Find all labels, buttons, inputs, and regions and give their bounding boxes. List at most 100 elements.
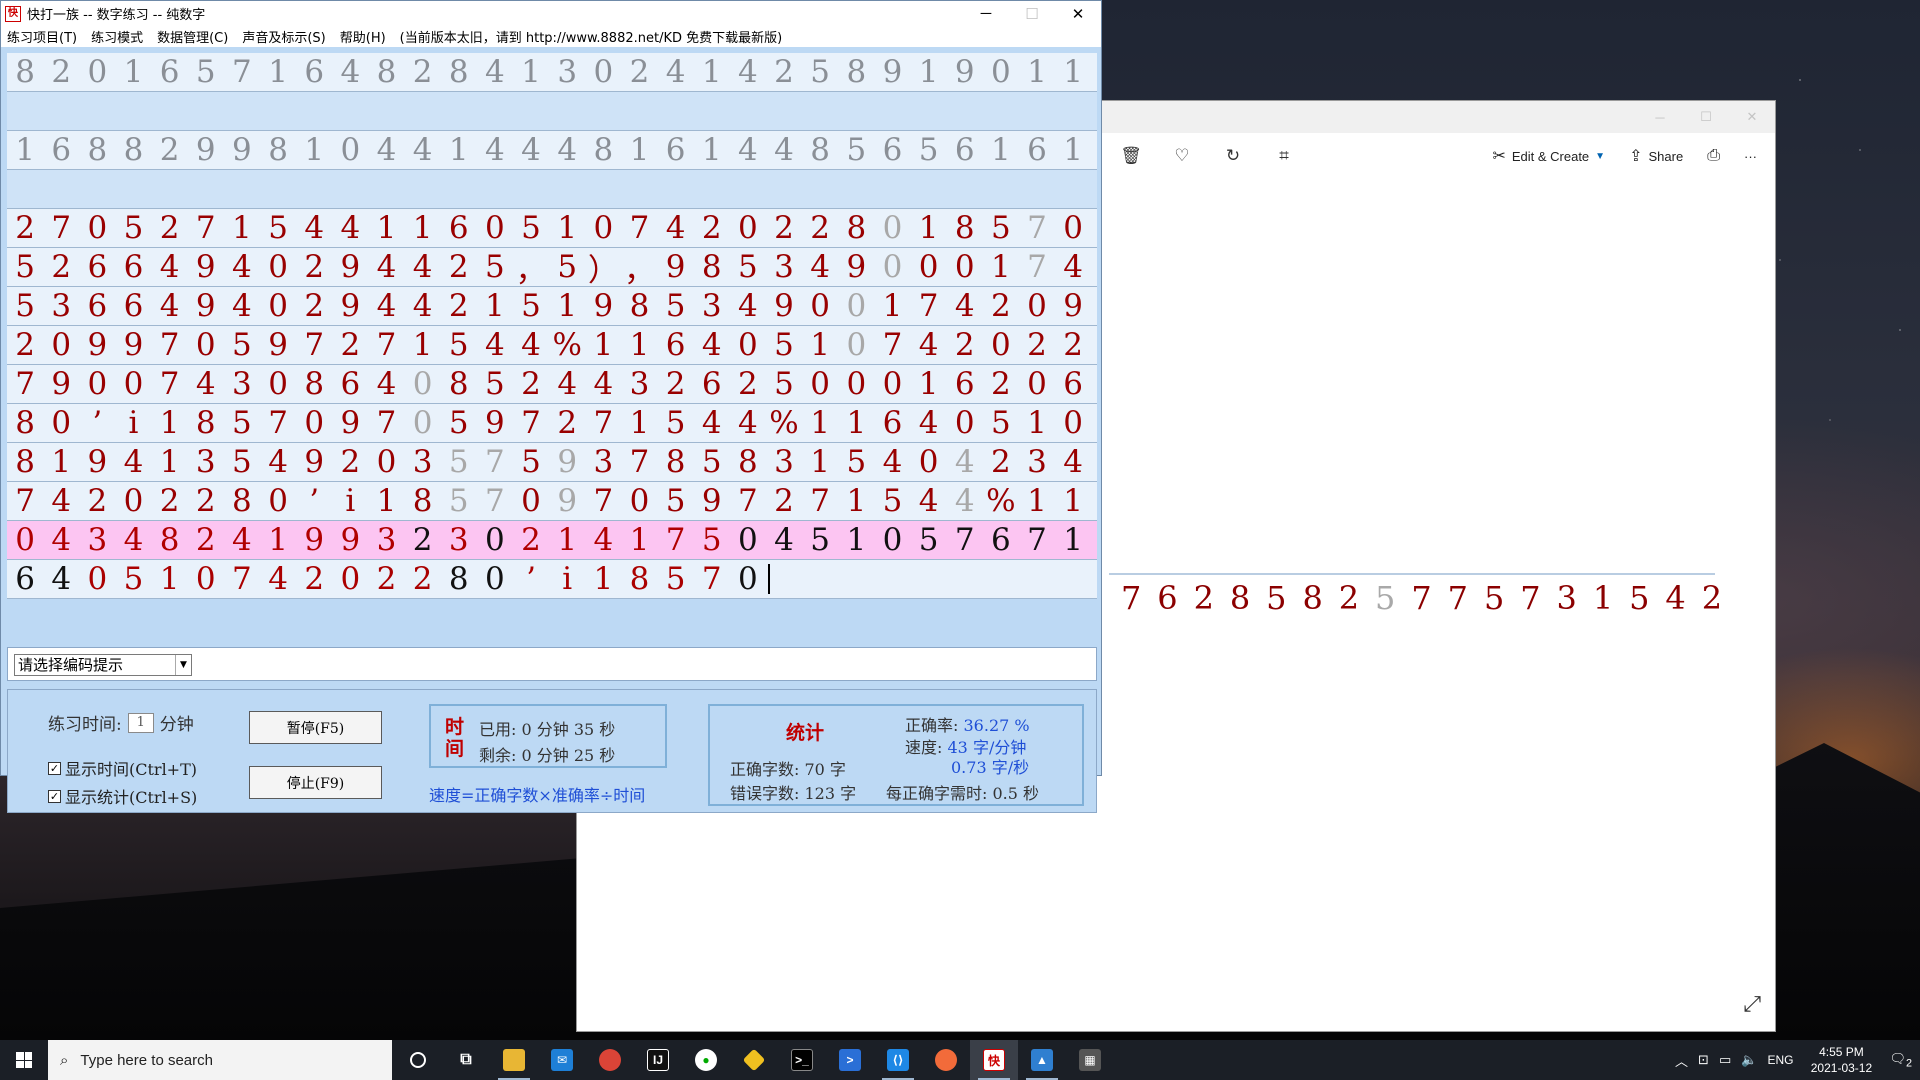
minimize-button[interactable]: ─ <box>1637 101 1683 133</box>
text-rows[interactable]: 8201657164828413024142589190111688299810… <box>7 53 1097 599</box>
show-stats-option[interactable]: ✓ 显示统计(Ctrl+S) <box>48 784 197 808</box>
char-cell: 8 <box>448 561 469 597</box>
show-time-checkbox[interactable]: ✓ <box>48 761 61 775</box>
delete-icon[interactable]: 🗑 <box>1119 144 1143 168</box>
char-cell: 4 <box>485 54 505 90</box>
close-button[interactable]: ✕ <box>1055 1 1101 26</box>
calculator-icon[interactable]: ▦ <box>1066 1040 1114 1080</box>
menu-sound[interactable]: 声音及标示(S) <box>242 27 325 46</box>
char-cell: ’ <box>526 561 536 597</box>
postman-icon[interactable] <box>922 1040 970 1080</box>
char-cell: 8 <box>448 366 469 402</box>
edit-create-button[interactable]: ✂ Edit & Create ▼ <box>1492 146 1605 166</box>
char-cell: 7 <box>701 561 722 597</box>
char-cell: 0 <box>954 249 975 285</box>
vscode-icon[interactable]: ⟨⟩ <box>874 1040 922 1080</box>
char-cell: 1 <box>846 483 867 519</box>
cortana-icon[interactable] <box>394 1040 442 1080</box>
menu-data-management[interactable]: 数据管理(C) <box>157 27 228 46</box>
char-cell: 2 <box>774 483 794 519</box>
photos-app-icon[interactable]: ▲ <box>1018 1040 1066 1080</box>
char-cell: 0 <box>304 405 325 441</box>
taskbar-search[interactable]: ⌕ Type here to search <box>48 1040 392 1080</box>
network-sharing-icon[interactable]: ⊡ <box>1698 1052 1709 1068</box>
file-explorer-icon[interactable] <box>490 1040 538 1080</box>
encoding-hint-select[interactable]: 请选择编码提示 ▼ <box>14 654 192 676</box>
char-cell: 4 <box>738 54 758 90</box>
char-cell: 8 <box>810 132 831 168</box>
edit-icon: ✂ <box>1492 148 1506 165</box>
menu-practice-items[interactable]: 练习项目(T) <box>7 27 77 46</box>
more-button[interactable]: ··· <box>1744 149 1757 164</box>
char-cell: 4 <box>123 444 144 480</box>
menu-practice-mode[interactable]: 练习模式 <box>91 27 143 46</box>
char-cell: 6 <box>1027 132 1047 168</box>
char-cell: 7 <box>1027 249 1047 285</box>
menu-help[interactable]: 帮助(H) <box>340 27 386 46</box>
char-cell: 9 <box>87 444 108 480</box>
notification-icon[interactable]: 🗨2 <box>1889 1051 1912 1070</box>
char-cell: 4 <box>232 522 252 558</box>
share-button[interactable]: ⇪ Share <box>1629 146 1683 166</box>
input-row-empty[interactable] <box>7 170 1097 209</box>
char-cell: 5 <box>521 210 541 246</box>
char-cell: 7 <box>629 444 650 480</box>
char-cell: 9 <box>954 54 975 90</box>
char-cell: 5 <box>15 288 35 324</box>
char-cell: 5 <box>665 561 686 597</box>
wifi-icon[interactable]: ▭ <box>1719 1052 1731 1068</box>
show-time-option[interactable]: ✓ 显示时间(Ctrl+T) <box>48 756 197 780</box>
task-view-icon[interactable]: ⧉ <box>442 1040 490 1080</box>
git-icon[interactable] <box>730 1040 778 1080</box>
terminal-icon[interactable]: >_ <box>778 1040 826 1080</box>
char-cell: 4 <box>412 132 433 168</box>
window-title: 快打一族 -- 数字练习 -- 纯数字 <box>27 8 206 23</box>
stop-button[interactable]: 停止(F9) <box>249 766 382 799</box>
green-app-icon[interactable]: ● <box>682 1040 730 1080</box>
char-cell: 0 <box>882 249 903 285</box>
char-cell: 7 <box>232 561 252 597</box>
chrome-icon[interactable] <box>586 1040 634 1080</box>
powershell-icon[interactable]: > <box>826 1040 874 1080</box>
char-cell: 4 <box>918 483 939 519</box>
minimize-button[interactable]: ─ <box>963 1 1009 26</box>
char-cell: 3 <box>701 288 722 324</box>
maximize-button[interactable]: ☐ <box>1683 101 1729 133</box>
char-cell: 0 <box>593 54 614 90</box>
crop-icon[interactable]: ⌗ <box>1272 144 1296 168</box>
app-icon: 快 <box>5 5 21 22</box>
typing-titlebar[interactable]: 快 快打一族 -- 数字练习 -- 纯数字 ─ ☐ ✕ <box>1 1 1101 26</box>
time-label: 时间 <box>445 716 465 760</box>
expand-icon[interactable]: ⤢ <box>1743 991 1761 1017</box>
rotate-icon[interactable]: ↻ <box>1221 144 1245 168</box>
dropdown-arrow-icon[interactable]: ▼ <box>175 655 191 675</box>
chevron-up-icon[interactable]: ︿ <box>1675 1051 1688 1070</box>
char-cell: i <box>345 483 356 519</box>
intellij-icon[interactable]: IJ <box>634 1040 682 1080</box>
pause-button[interactable]: 暂停(F5) <box>249 711 382 744</box>
close-button[interactable]: ✕ <box>1729 101 1775 133</box>
clock[interactable]: 4:55 PM 2021-03-12 <box>1803 1044 1879 1076</box>
char-cell: 1 <box>593 561 614 597</box>
char-cell: 1 <box>918 54 939 90</box>
start-button[interactable] <box>0 1040 48 1080</box>
heart-icon[interactable]: ♡ <box>1170 144 1194 168</box>
menu-update-notice[interactable]: (当前版本太旧，请到 http://www.8882.net/KD 免费下载最新… <box>400 27 783 46</box>
input-row-empty[interactable] <box>7 92 1097 131</box>
char-cell: 5 <box>15 249 35 285</box>
print-button[interactable]: ⎙ <box>1707 147 1720 165</box>
char-cell: 7 <box>629 210 650 246</box>
char-cell: 7 <box>665 522 686 558</box>
show-stats-checkbox[interactable]: ✓ <box>48 789 61 803</box>
char-cell: 2 <box>738 366 758 402</box>
typing-app-icon[interactable]: 快 <box>970 1040 1018 1080</box>
char-cell: 0 <box>87 366 108 402</box>
char-cell: ’ <box>92 405 103 441</box>
volume-icon[interactable]: 🔈 <box>1741 1052 1757 1068</box>
photo-digit: 1 <box>1592 579 1614 617</box>
language-indicator[interactable]: ENG <box>1767 1053 1793 1067</box>
mail-icon[interactable]: ✉ <box>538 1040 586 1080</box>
search-icon: ⌕ <box>60 1051 69 1069</box>
practice-time-input[interactable]: 1 <box>127 712 154 733</box>
char-cell: 1 <box>882 288 903 324</box>
